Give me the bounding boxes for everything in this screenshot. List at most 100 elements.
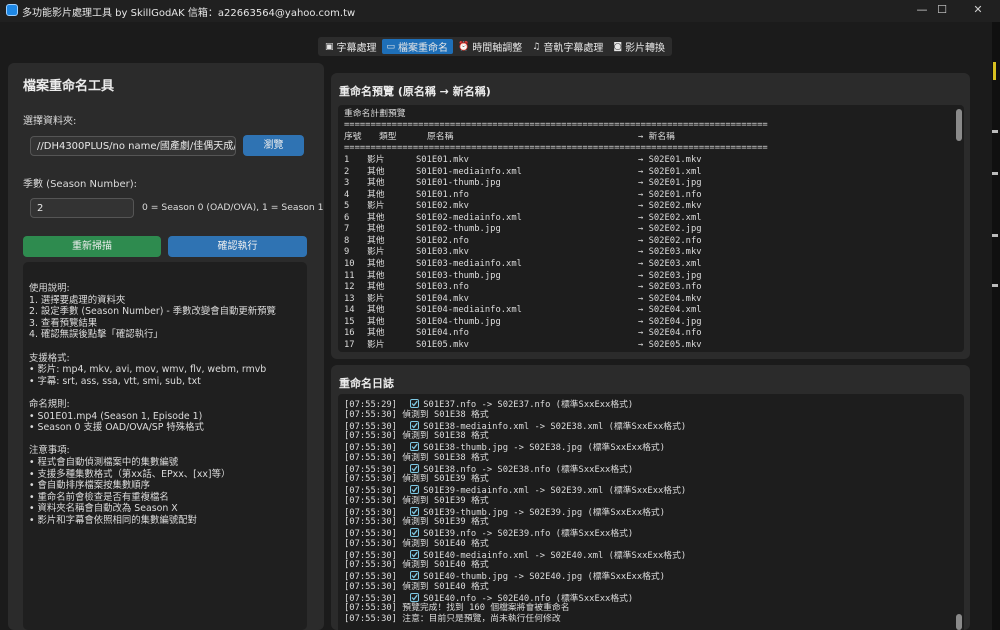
tab-label: 影片轉換	[625, 43, 666, 54]
row-type: 其他	[367, 270, 385, 281]
log-panel: 重命名日誌 [07:55:29] S01E37.nfo -> S02E37.nf…	[331, 365, 970, 630]
header-new: → 新名稱	[638, 132, 675, 142]
log-timestamp: [07:55:30]	[344, 538, 403, 549]
preview-row: 10 其他 S01E03-mediainfo.xml → S02E03.xml	[344, 259, 944, 271]
preview-row: 15 其他 S01E04-thumb.jpg → S02E04.jpg	[344, 317, 944, 329]
log-message: S01E37.nfo -> S02E37.nfo (標準SxxExx格式)	[423, 400, 634, 410]
row-type: 其他	[367, 212, 385, 223]
rescan-button[interactable]: 重新掃描	[23, 236, 161, 257]
season-hint: 0 = Season 0 (OAD/OVA), 1 = Season 1	[142, 202, 324, 213]
row-type: 其他	[367, 328, 385, 339]
row-original: S01E02.mkv	[416, 201, 469, 212]
season-input[interactable]: 2	[30, 198, 134, 218]
log-timestamp: [07:55:30]	[344, 431, 403, 442]
log-message: 偵測到 S01E38 格式	[402, 431, 489, 442]
row-seq: 14	[344, 305, 355, 316]
tab-timeline[interactable]: ⏰ 時間軸調整	[453, 39, 527, 55]
tab-video-convert[interactable]: ◙ 影片轉換	[608, 39, 670, 55]
log-message: 預覽完成！找到 160 個檔案將會被重命名	[402, 603, 570, 614]
row-original: S01E01-mediainfo.xml	[416, 166, 522, 177]
check-icon	[410, 506, 420, 516]
tab-subtitle[interactable]: ▣ 字幕處理	[320, 39, 382, 55]
folder-label: 選擇資料夾:	[23, 116, 77, 127]
row-seq: 7	[344, 224, 350, 235]
header-type: 類型	[379, 132, 397, 142]
close-button[interactable]: ✕	[958, 0, 998, 22]
tab-label: 檔案重命名	[398, 43, 449, 54]
log-scrollbar[interactable]	[956, 614, 962, 630]
log-line: [07:55:30] 偵測到 S01E40 格式	[344, 560, 489, 571]
log-message: S01E40.nfo -> S02E40.nfo (標準SxxExx格式)	[423, 593, 634, 604]
log-timestamp: [07:55:30]	[344, 409, 403, 420]
log-timestamp: [07:55:30]	[344, 495, 403, 506]
row-type: 其他	[367, 166, 385, 177]
check-icon	[410, 442, 420, 451]
plan-title: 重命名計劃預覽	[344, 109, 406, 119]
row-type: 其他	[367, 305, 385, 316]
row-original: S01E05.mkv	[416, 339, 469, 350]
check-icon	[410, 399, 420, 408]
log-message: 偵測到 S01E39 格式	[402, 474, 489, 485]
log-message: S01E40-thumb.jpg -> S02E40.jpg (標準SxxExx…	[423, 572, 666, 582]
preview-scrollbar[interactable]	[956, 109, 962, 141]
log-message: S01E38-mediainfo.xml -> S02E38.xml (標準Sx…	[423, 421, 687, 432]
log-timestamp: [07:55:29]	[344, 400, 403, 410]
preview-row: 2 其他 S01E01-mediainfo.xml → S02E01.xml	[344, 167, 944, 179]
log-message: S01E38-thumb.jpg -> S02E38.jpg (標準SxxExx…	[423, 443, 666, 453]
row-original: S01E02.nfo	[416, 235, 469, 246]
log-textbox[interactable]: [07:55:29] S01E37.nfo -> S02E37.nfo (標準S…	[338, 394, 964, 630]
log-message: 偵測到 S01E39 格式	[402, 495, 489, 506]
preview-row: 8 其他 S01E02.nfo → S02E02.nfo	[344, 236, 944, 248]
log-timestamp: [07:55:30]	[344, 550, 403, 561]
log-timestamp: [07:55:30]	[344, 517, 403, 528]
check-icon	[410, 571, 420, 580]
maximize-button[interactable]: ☐	[922, 0, 962, 22]
app-icon	[6, 4, 18, 16]
rename-tool-panel: 檔案重命名工具 選擇資料夾: //DH4300PLUS/no name/國產劇/…	[8, 63, 324, 630]
preview-row: 13 影片 S01E04.mkv → S02E04.mkv	[344, 294, 944, 306]
row-new: → S02E02.nfo	[638, 235, 702, 246]
log-timestamp: [07:55:30]	[344, 452, 403, 463]
row-original: S01E03.nfo	[416, 282, 469, 293]
row-original: S01E04.mkv	[416, 293, 469, 304]
confirm-execute-button[interactable]: 確認執行	[168, 236, 307, 257]
log-line: [07:55:30] 偵測到 S01E38 格式	[344, 410, 489, 421]
row-new: → S02E01.xml	[638, 166, 702, 177]
log-message: S01E38.nfo -> S02E38.nfo (標準SxxExx格式)	[423, 464, 634, 475]
preview-textbox[interactable]: 重命名計劃預覽 ================================…	[338, 105, 964, 352]
log-timestamp: [07:55:30]	[344, 507, 403, 518]
log-timestamp: [07:55:30]	[344, 581, 403, 592]
row-new: → S02E03.mkv	[638, 247, 702, 258]
check-icon	[410, 592, 420, 602]
row-new: → S02E01.jpg	[638, 178, 702, 189]
log-message: S01E39.nfo -> S02E39.nfo (標準SxxExx格式)	[423, 529, 634, 539]
row-type: 其他	[367, 224, 385, 235]
check-icon	[410, 485, 420, 494]
row-new: → S02E03.nfo	[638, 282, 702, 293]
tab-label: 音軌字幕處理	[543, 43, 604, 54]
log-message: S01E39-mediainfo.xml -> S02E39.xml (標準Sx…	[423, 486, 687, 496]
preview-row: 6 其他 S01E02-mediainfo.xml → S02E02.xml	[344, 213, 944, 225]
row-original: S01E04.nfo	[416, 328, 469, 339]
browse-button[interactable]: 瀏覽	[243, 135, 304, 156]
folder-path-input[interactable]: //DH4300PLUS/no name/國產劇/佳偶天成/Se	[30, 136, 236, 156]
row-original: S01E01-thumb.jpg	[416, 178, 501, 189]
row-seq: 4	[344, 189, 350, 200]
row-seq: 17	[344, 339, 355, 350]
row-new: → S02E04.mkv	[638, 293, 702, 304]
row-type: 其他	[367, 235, 385, 246]
log-timestamp: [07:55:30]	[344, 443, 403, 453]
row-original: S01E04-thumb.jpg	[416, 316, 501, 327]
log-line: [07:55:30] 偵測到 S01E39 格式	[344, 496, 489, 507]
instructions-box: 使用說明: 1. 選擇要處理的資料夾 2. 設定季數 (Season Numbe…	[23, 262, 307, 630]
tab-rename[interactable]: ▭ 檔案重命名	[381, 39, 454, 54]
tab-audio-subtitle[interactable]: ♫ 音軌字幕處理	[527, 39, 608, 55]
log-timestamp: [07:55:30]	[344, 560, 403, 571]
check-icon	[410, 420, 420, 430]
log-line: [07:55:30] 偵測到 S01E39 格式	[344, 474, 489, 485]
timer-icon: ⏰	[458, 41, 470, 52]
row-original: S01E03-mediainfo.xml	[416, 258, 522, 269]
row-original: S01E02-thumb.jpg	[416, 224, 501, 235]
tab-label: 時間軸調整	[472, 43, 523, 54]
title-bar: 多功能影片處理工具 by SkillGodAK 信箱：a22663564@yah…	[0, 0, 1000, 22]
